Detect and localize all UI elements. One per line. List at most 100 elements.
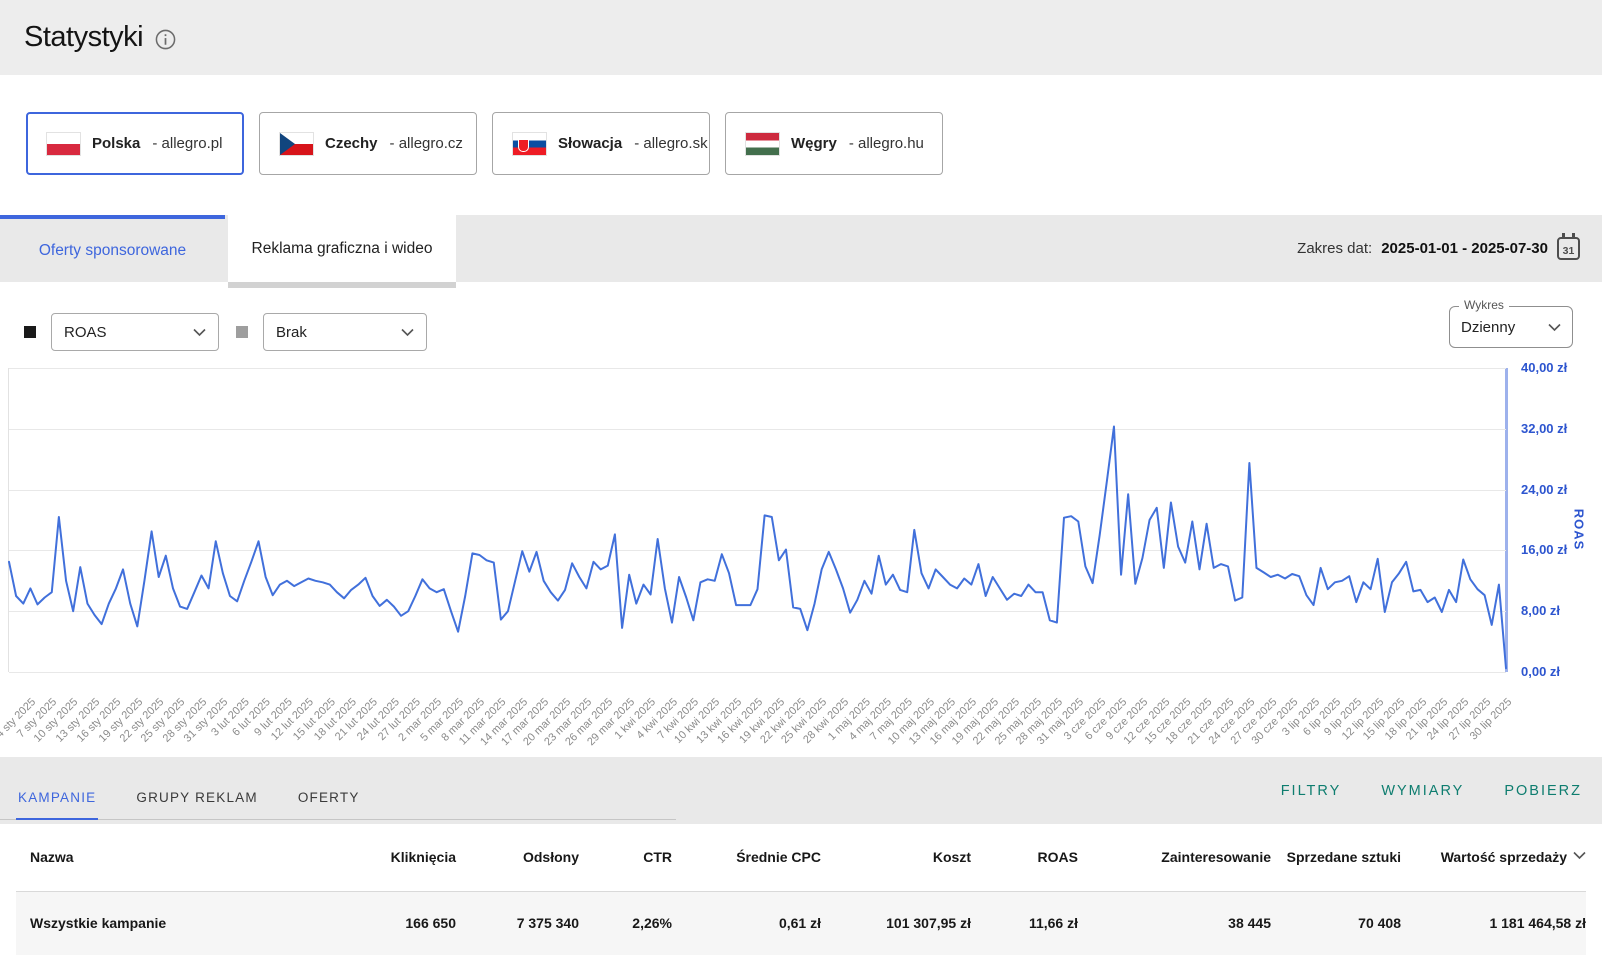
column-header-label: Średnie CPC: [736, 849, 821, 865]
main-tabs: Oferty sponsorowane Reklama graficzna i …: [0, 215, 1602, 282]
table-cell: 38 445: [1078, 914, 1271, 932]
campaigns-table: Nazwa Kliknięcia Odsłony CTR Średnie CPC Kosz…: [0, 824, 1602, 955]
column-header: Nazwa: [16, 848, 346, 866]
breakdown-select[interactable]: Brak: [263, 313, 427, 351]
date-range-label: Zakres dat:: [1297, 240, 1372, 257]
column-header-label: Nazwa: [30, 849, 74, 865]
chevron-down-icon: [1573, 851, 1586, 860]
column-header: ROAS: [971, 848, 1078, 866]
download-button[interactable]: POBIERZ: [1504, 783, 1582, 799]
dimensions-button[interactable]: WYMIARY: [1381, 783, 1464, 799]
y-axis-tick-label: 24,00 zł: [1521, 482, 1567, 497]
tab-reklama-graficzna-i-wideo[interactable]: Reklama graficzna i wideo: [228, 215, 456, 282]
market-name: Słowacja: [558, 135, 622, 152]
column-header: Koszt: [821, 848, 971, 866]
breakdown-select-value: Brak: [276, 324, 307, 341]
tab-oferty-sponsorowane[interactable]: Oferty sponsorowane: [0, 215, 225, 282]
market-name: Węgry: [791, 135, 837, 152]
filters-button[interactable]: FILTRY: [1281, 783, 1342, 799]
column-header: Odsłony: [456, 848, 579, 866]
y-axis-tick-label: 32,00 zł: [1521, 421, 1567, 436]
chart-type-select[interactable]: Dzienny: [1450, 307, 1572, 347]
overlay-series-swatch: [236, 326, 248, 338]
pl-flag-icon: [47, 133, 80, 155]
column-header: Średnie CPC: [672, 848, 821, 866]
column-header-label: Zainteresowanie: [1161, 849, 1271, 865]
market-buttons: Polska - allegro.pl Czechy - allegro.cz Słow…: [0, 75, 1602, 215]
table-cell: 101 307,95 zł: [821, 914, 971, 932]
metric-select-value: ROAS: [64, 324, 107, 341]
chevron-down-icon: [1548, 323, 1561, 332]
table-cell: 1 181 464,58 zł: [1401, 914, 1586, 932]
table-cell: 70 408: [1271, 914, 1401, 932]
info-icon[interactable]: [155, 29, 176, 50]
column-header-label: Kliknięcia: [391, 849, 456, 865]
market-domain: - allegro.pl: [152, 135, 222, 152]
market-button-hu[interactable]: Węgry - allegro.hu: [725, 112, 943, 175]
metric-select[interactable]: ROAS: [51, 313, 219, 351]
market-domain: - allegro.sk: [634, 135, 707, 152]
table-cell: 2,26%: [579, 914, 672, 932]
column-header-label: Koszt: [933, 849, 971, 865]
y-axis-tick-label: 16,00 zł: [1521, 542, 1567, 557]
tab-label: Oferty sponsorowane: [39, 242, 186, 260]
page-header: Statystyki: [0, 0, 1602, 75]
table-cell: 7 375 340: [456, 914, 579, 932]
column-header-label: Sprzedane sztuki: [1287, 849, 1401, 865]
column-header-label: CTR: [643, 849, 672, 865]
market-domain: - allegro.hu: [849, 135, 924, 152]
market-domain: - allegro.cz: [390, 135, 463, 152]
chart-type-fieldset: Wykres Dzienny: [1449, 306, 1573, 348]
cz-flag-icon: [280, 133, 313, 155]
tab-oferty[interactable]: OFERTY: [296, 790, 362, 819]
market-name: Polska: [92, 135, 140, 152]
chart-plot-area: 0,00 zł8,00 zł16,00 zł24,00 zł32,00 zł40…: [8, 368, 1506, 672]
market-button-cz[interactable]: Czechy - allegro.cz: [259, 112, 477, 175]
column-header: Zainteresowanie: [1078, 848, 1271, 866]
roas-chart: 0,00 zł 8,00 zł 16,00 zł 24,00 zł 32,00 zł 40…: [0, 352, 1602, 757]
sk-flag-icon: [513, 133, 546, 155]
chevron-down-icon: [401, 328, 414, 337]
gridline: [9, 672, 1506, 673]
table-header-row: Nazwa Kliknięcia Odsłony CTR Średnie CPC Kosz…: [16, 824, 1586, 892]
column-header: CTR: [579, 848, 672, 866]
tab-grupy-reklam[interactable]: GRUPY REKLAM: [134, 790, 259, 819]
report-toolbar: KAMPANIE GRUPY REKLAM OFERTY FILTRY WYMI…: [0, 757, 1602, 824]
column-header-label: ROAS: [1038, 849, 1078, 865]
x-axis-labels: 4 sty 20257 sty 202510 sty 202513 sty 20…: [8, 688, 1506, 757]
report-tabs: KAMPANIE GRUPY REKLAM OFERTY: [0, 790, 676, 820]
column-header-label: Odsłony: [523, 849, 579, 865]
calendar-icon[interactable]: 31: [1557, 237, 1580, 260]
chart-type-label: Wykres: [1459, 298, 1509, 312]
report-actions: FILTRY WYMIARY POBIERZ: [1281, 783, 1602, 799]
table-cell: Wszystkie kampanie: [16, 914, 346, 932]
column-header: Sprzedane sztuki: [1271, 848, 1401, 866]
page-title: Statystyki: [24, 21, 143, 54]
chart-controls: ROAS Brak Wykres Dzienny: [0, 282, 1602, 352]
date-range-value: 2025-01-01 - 2025-07-30: [1381, 240, 1548, 257]
table-row[interactable]: Wszystkie kampanie166 6507 375 3402,26%0…: [16, 892, 1586, 955]
metric-series-swatch: [24, 326, 36, 338]
market-button-pl[interactable]: Polska - allegro.pl: [26, 112, 244, 175]
y-axis-tick-label: 8,00 zł: [1521, 603, 1560, 618]
column-header[interactable]: Wartość sprzedaży: [1401, 848, 1586, 866]
tab-label: Reklama graficzna i wideo: [252, 240, 433, 258]
roas-line-series: [9, 368, 1506, 672]
table-cell: 0,61 zł: [672, 914, 821, 932]
date-range-control[interactable]: Zakres dat: 2025-01-01 - 2025-07-30 31: [1297, 215, 1580, 282]
chevron-down-icon: [193, 328, 206, 337]
column-header-label: Wartość sprzedaży: [1441, 848, 1567, 866]
y-axis-title: ROAS: [1572, 509, 1587, 551]
table-cell: 166 650: [346, 914, 456, 932]
y-axis-tick-label: 0,00 zł: [1521, 664, 1560, 679]
chart-type-value: Dzienny: [1461, 319, 1515, 336]
hu-flag-icon: [746, 133, 779, 155]
y-axis-tick-label: 40,00 zł: [1521, 360, 1567, 375]
table-cell: 11,66 zł: [971, 914, 1078, 932]
column-header: Kliknięcia: [346, 848, 456, 866]
table-body: Wszystkie kampanie166 6507 375 3402,26%0…: [16, 892, 1586, 955]
statistics-page: Statystyki Polska - allegro.pl Czechy - all…: [0, 0, 1602, 972]
market-button-sk[interactable]: Słowacja - allegro.sk: [492, 112, 710, 175]
market-name: Czechy: [325, 135, 378, 152]
tab-kampanie[interactable]: KAMPANIE: [16, 790, 98, 820]
